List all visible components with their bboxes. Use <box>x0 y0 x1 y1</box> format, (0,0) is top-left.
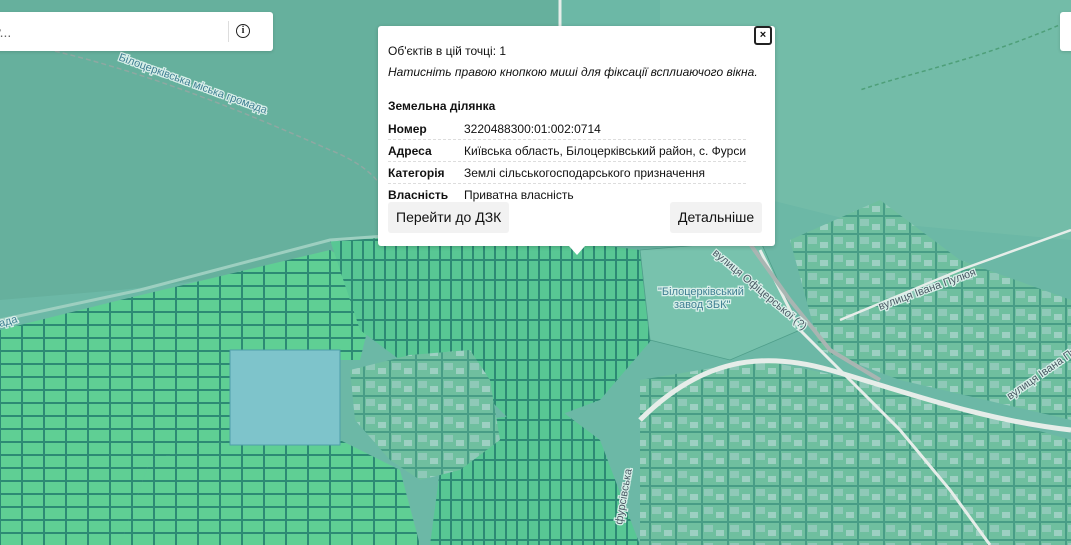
popup-object-count: Об'єктів в цій точці: 1 <box>388 44 507 58</box>
popup-attributes: Номер 3220488300:01:002:0714 Адреса Київ… <box>388 118 746 205</box>
popup-pointer <box>569 246 585 255</box>
pond-area <box>229 349 341 446</box>
plant-label: "Білоцерківський <box>658 286 744 298</box>
popup-key: Категорія <box>388 166 445 180</box>
popup-row: Номер 3220488300:01:002:0714 <box>388 118 746 140</box>
map-control-right[interactable] <box>1060 12 1071 51</box>
popup-row: Категорія Землі сільськогосподарського п… <box>388 162 746 184</box>
go-to-dzk-button[interactable]: Перейти до ДЗК <box>388 202 510 233</box>
search-input[interactable] <box>0 12 220 51</box>
popup-value: Київська область, Білоцерківський район,… <box>464 144 747 158</box>
popup-value: Приватна власність <box>464 188 574 202</box>
search-box: i <box>0 12 273 51</box>
popup-heading: Земельна ділянка <box>388 99 496 113</box>
parcel-popup: × Об'єктів в цій точці: 1 Натисніть прав… <box>378 26 775 255</box>
popup-key: Номер <box>388 122 427 136</box>
popup-value: Землі сільськогосподарського призначення <box>464 166 705 180</box>
info-circle-icon[interactable]: i <box>236 24 250 38</box>
popup-hint: Натисніть правою кнопкою миші для фіксац… <box>388 65 758 79</box>
close-icon[interactable]: × <box>754 26 772 45</box>
search-divider <box>228 21 229 42</box>
popup-value: 3220488300:01:002:0714 <box>464 122 601 136</box>
details-button[interactable]: Детальніше <box>670 202 763 233</box>
popup-row: Адреса Київська область, Білоцерківський… <box>388 140 746 162</box>
popup-key: Адреса <box>388 144 432 158</box>
popup-key: Власність <box>388 188 449 202</box>
plant-label-line2: завод ЗБК" <box>674 299 731 311</box>
